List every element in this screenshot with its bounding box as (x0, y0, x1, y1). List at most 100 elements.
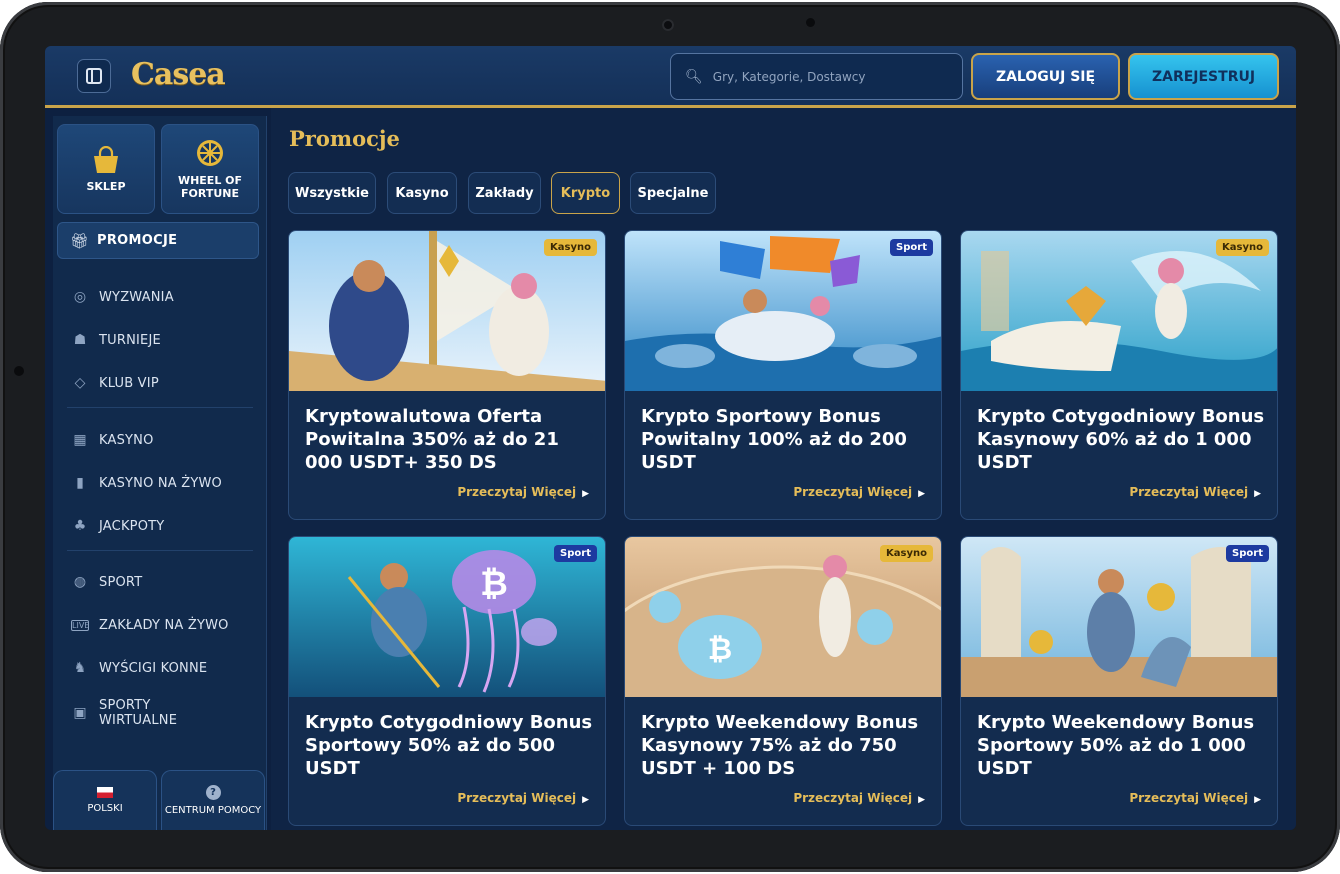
poland-flag-icon (97, 787, 113, 798)
read-more-label: Przeczytaj Więcej (457, 485, 577, 499)
shopping-bag-icon (94, 145, 118, 173)
arrow-right-icon: ▶ (582, 489, 589, 499)
sidebar-icon (86, 68, 102, 84)
filter-special[interactable]: Specjalne (630, 172, 716, 214)
help-center-button[interactable]: ? CENTRUM POMOCY (161, 770, 265, 830)
sidebar-item-casino[interactable]: ▦ KASYNO (57, 425, 259, 455)
search-box[interactable]: 🔍︎ (670, 53, 963, 100)
sidebar-item-virtual-sports[interactable]: ▣ SPORTY WIRTUALNE (57, 694, 259, 732)
read-more-link[interactable]: Przeczytaj Więcej ▶ (1129, 791, 1261, 805)
sidebar-item-tournaments[interactable]: ☗ TURNIEJE (57, 325, 259, 355)
category-badge: Kasyno (1216, 239, 1269, 256)
arrow-right-icon: ▶ (582, 795, 589, 805)
read-more-link[interactable]: Przeczytaj Więcej ▶ (1129, 485, 1261, 499)
language-selector[interactable]: POLSKI (53, 770, 157, 830)
gift-icon: 🎁︎ (70, 231, 90, 250)
ball-icon: ◍ (73, 574, 87, 590)
sidebar-item-label: ZAKŁADY NA ŻYWO (99, 617, 229, 633)
sidebar-item-horse-racing[interactable]: ♞ WYŚCIGI KONNE (57, 653, 259, 683)
tablet-frame: Casea 🔍︎ ZALOGUJ SIĘ ZAREJESTRUJ SKLEP (0, 2, 1340, 872)
wheel-of-fortune-label: WHEEL OF FORTUNE (177, 174, 243, 200)
promo-card[interactable]: Kasyno Kryptowalutowa Oferta Powitalna 3… (288, 230, 606, 520)
svg-text:₿: ₿ (480, 564, 508, 604)
sidebar-item-label: WYZWANIA (99, 289, 174, 305)
register-button[interactable]: ZAREJESTRUJ (1128, 53, 1279, 100)
category-badge: Kasyno (544, 239, 597, 256)
promo-card[interactable]: ₿ Sport Krypto Cotygodniowy Bonus Sporto… (288, 536, 606, 826)
screen: Casea 🔍︎ ZALOGUJ SIĘ ZAREJESTRUJ SKLEP (45, 46, 1296, 830)
filter-crypto[interactable]: Krypto (551, 172, 620, 214)
wheel-icon (197, 140, 223, 166)
sidebar-item-label: SPORTY WIRTUALNE (99, 698, 178, 728)
sidebar-item-label: WYŚCIGI KONNE (99, 660, 208, 676)
category-badge: Sport (554, 545, 597, 562)
promo-title: Krypto Weekendowy Bonus Kasynowy 75% aż … (641, 712, 919, 779)
promo-card[interactable]: Kasyno Krypto Cotygodniowy Bonus Kasynow… (960, 230, 1278, 520)
sidebar-item-label: KLUB VIP (99, 375, 159, 391)
read-more-link[interactable]: Przeczytaj Więcej ▶ (457, 485, 589, 499)
site-logo[interactable]: Casea (131, 57, 226, 92)
main-content: Promocje Wszystkie Kasyno Zakłady Krypto… (271, 108, 1296, 830)
filter-betting[interactable]: Zakłady (468, 172, 541, 214)
category-badge: Sport (890, 239, 933, 256)
promo-title: Krypto Weekendowy Bonus Sportowy 50% aż … (977, 712, 1255, 779)
search-icon: 🔍︎ (685, 68, 703, 85)
arrow-right-icon: ▶ (918, 795, 925, 805)
promo-card[interactable]: Sport Krypto Sportowy Bonus Powitalny 10… (624, 230, 942, 520)
divider (67, 407, 253, 408)
login-button[interactable]: ZALOGUJ SIĘ (971, 53, 1120, 100)
diamond-icon: ◇ (74, 375, 86, 391)
shop-label: SKLEP (86, 179, 126, 193)
read-more-link[interactable]: Przeczytaj Więcej ▶ (793, 485, 925, 499)
camera (662, 19, 674, 31)
promo-card[interactable]: Sport Krypto Weekendowy Bonus Sportowy 5… (960, 536, 1278, 826)
sidebar-item-label: TURNIEJE (99, 332, 161, 348)
category-badge: Sport (1226, 545, 1269, 562)
sidebar-item-label: KASYNO (99, 432, 154, 448)
arrow-right-icon: ▶ (918, 489, 925, 499)
live-dealer-icon: ▮ (76, 475, 84, 491)
category-badge: Kasyno (880, 545, 933, 562)
sidebar-item-vip-club[interactable]: ◇ KLUB VIP (57, 368, 259, 398)
live-icon: LIVE (71, 619, 90, 631)
arrow-right-icon: ▶ (1254, 489, 1261, 499)
sensor (806, 18, 815, 27)
slot-machine-icon: ▦ (73, 432, 87, 448)
sidebar-item-promotions[interactable]: 🎁︎ PROMOCJE (57, 222, 259, 259)
search-input[interactable] (712, 69, 953, 84)
sidebar-item-live-betting[interactable]: LIVE ZAKŁADY NA ŻYWO (57, 610, 259, 640)
sidebar-item-label: PROMOCJE (97, 233, 178, 248)
promo-title: Krypto Cotygodniowy Bonus Kasynowy 60% a… (977, 406, 1265, 473)
promo-title: Krypto Sportowy Bonus Powitalny 100% aż … (641, 406, 907, 473)
virtual-icon: ▣ (73, 705, 87, 721)
read-more-label: Przeczytaj Więcej (1129, 791, 1249, 805)
sidebar-item-live-casino[interactable]: ▮ KASYNO NA ŻYWO (57, 468, 259, 498)
wheel-of-fortune-button[interactable]: WHEEL OF FORTUNE (161, 124, 259, 214)
sidebar-item-label: SPORT (99, 574, 143, 590)
top-header: Casea 🔍︎ ZALOGUJ SIĘ ZAREJESTRUJ (45, 46, 1296, 108)
sidebar-item-challenges[interactable]: ◎ WYZWANIA (57, 282, 259, 312)
read-more-label: Przeczytaj Więcej (793, 485, 913, 499)
sidebar-item-sport[interactable]: ◍ SPORT (57, 567, 259, 597)
sidebar: SKLEP WHEEL OF FORTUNE 🎁︎ PROMOCJE ◎ WYZ… (53, 116, 267, 830)
promo-card[interactable]: ₿ Kasyno Krypto Weekendowy Bonus Kasynow… (624, 536, 942, 826)
read-more-link[interactable]: Przeczytaj Więcej ▶ (793, 791, 925, 805)
help-label: CENTRUM POMOCY (164, 805, 262, 816)
sidebar-item-jackpots[interactable]: ♣ JACKPOTY (57, 511, 259, 541)
filter-casino[interactable]: Kasyno (387, 172, 457, 214)
read-more-label: Przeczytaj Więcej (457, 791, 577, 805)
svg-text:₿: ₿ (708, 632, 732, 667)
read-more-label: Przeczytaj Więcej (1129, 485, 1249, 499)
divider (67, 550, 253, 551)
read-more-link[interactable]: Przeczytaj Więcej ▶ (457, 791, 589, 805)
sidebar-toggle-button[interactable] (77, 59, 111, 93)
help-icon: ? (205, 785, 221, 800)
promo-title: Krypto Cotygodniowy Bonus Sportowy 50% a… (305, 712, 593, 779)
filter-all[interactable]: Wszystkie (288, 172, 376, 214)
sidebar-item-label: KASYNO NA ŻYWO (99, 475, 222, 491)
shop-button[interactable]: SKLEP (57, 124, 155, 214)
side-button (14, 366, 24, 376)
arrow-right-icon: ▶ (1254, 795, 1261, 805)
clover-icon: ♣ (73, 518, 87, 534)
horse-icon: ♞ (73, 660, 87, 676)
